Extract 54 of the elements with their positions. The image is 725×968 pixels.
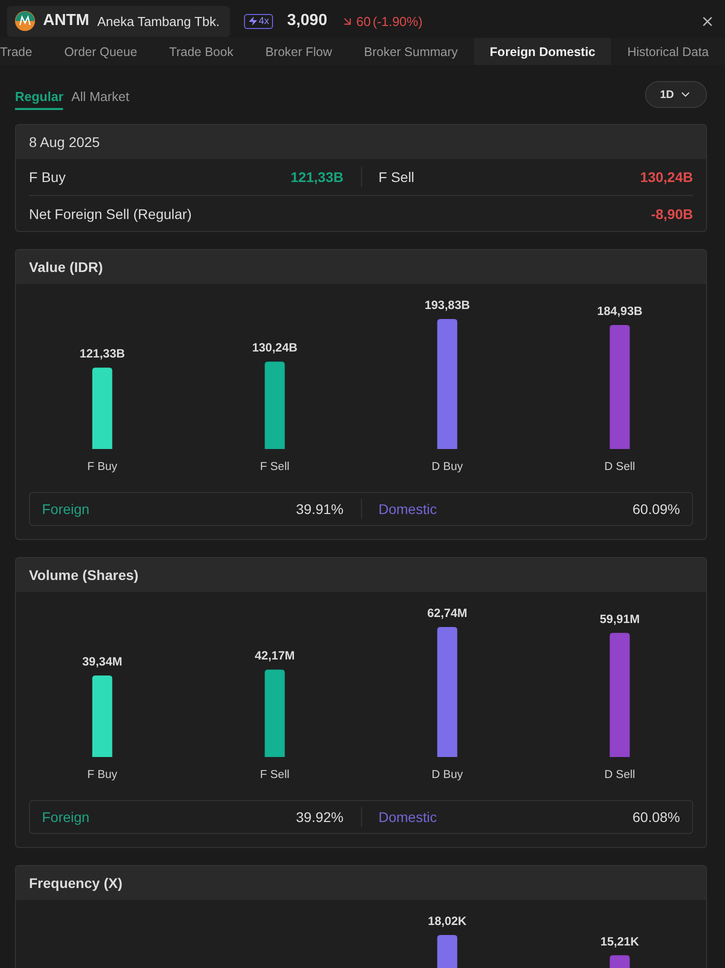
axis-label: F Buy xyxy=(87,461,118,473)
value-label: 15,21K xyxy=(600,934,640,948)
card-title: Volume (Shares) xyxy=(29,567,138,583)
tab[interactable]: Foreign Domestic xyxy=(474,38,612,65)
tab[interactable]: Order Queue xyxy=(48,38,154,65)
market-tab[interactable]: Regular xyxy=(15,85,64,110)
company-logo-icon xyxy=(15,11,35,31)
value-label: 130,24B xyxy=(252,340,298,355)
period-dropdown[interactable]: 1D xyxy=(644,81,707,108)
axis-label: F Sell xyxy=(260,461,290,473)
split-value: 60.09% xyxy=(632,501,680,517)
ticker-symbol: ANTM xyxy=(43,12,90,30)
stock-price: 3,090 xyxy=(287,12,328,30)
sell-label: F Sell xyxy=(378,169,414,185)
chart-bar xyxy=(610,955,630,968)
split-label: Domestic xyxy=(378,809,437,825)
company-name: Aneka Tambang Tbk. xyxy=(97,14,220,28)
value-label: 18,02K xyxy=(428,914,467,928)
market-tab[interactable]: All Market xyxy=(71,85,130,110)
split-label: Domestic xyxy=(378,501,437,517)
tab[interactable]: Broker Flow xyxy=(249,38,348,65)
card-title: Value (IDR) xyxy=(29,259,103,275)
buy-label: F Buy xyxy=(29,169,66,185)
tab[interactable]: Broker Summary xyxy=(348,38,474,65)
axis-label: D Sell xyxy=(604,461,636,473)
value-label: 121,33B xyxy=(80,346,125,361)
net-value: -8,90B xyxy=(650,206,693,222)
tab[interactable]: Trade xyxy=(0,38,48,65)
card-title: Frequency (X) xyxy=(29,875,122,891)
leverage-badge: 4x xyxy=(244,14,274,28)
tab[interactable]: Trade Book xyxy=(153,38,250,65)
net-label: Net Foreign Sell (Regular) xyxy=(29,206,192,222)
split-value: 39.91% xyxy=(296,501,344,517)
value-label: 62,74M xyxy=(427,606,468,620)
buy-value: 121,33B xyxy=(290,169,344,185)
split-label: Foreign xyxy=(42,501,90,517)
axis-label: F Buy xyxy=(87,769,118,781)
axis-label: D Buy xyxy=(432,461,463,473)
value-label: 39,34M xyxy=(82,654,122,668)
sell-value: 130,24B xyxy=(640,169,693,185)
value-label: 42,17M xyxy=(254,648,295,663)
split-value: 60.08% xyxy=(632,809,680,825)
axis-label: D Sell xyxy=(604,769,636,781)
value-label: 193,83B xyxy=(424,298,470,312)
value-label: 184,93B xyxy=(597,304,642,318)
split-value: 39.92% xyxy=(296,809,344,825)
tab[interactable]: Historical Data xyxy=(611,38,725,65)
chart-bar xyxy=(437,935,458,968)
axis-label: D Buy xyxy=(432,769,463,781)
value-label: 59,91M xyxy=(600,612,640,626)
split-label: Foreign xyxy=(42,809,90,825)
axis-label: F Sell xyxy=(260,769,290,781)
price-change: 60(-1.90%) xyxy=(341,14,423,28)
date-label: 8 Aug 2025 xyxy=(29,134,100,150)
